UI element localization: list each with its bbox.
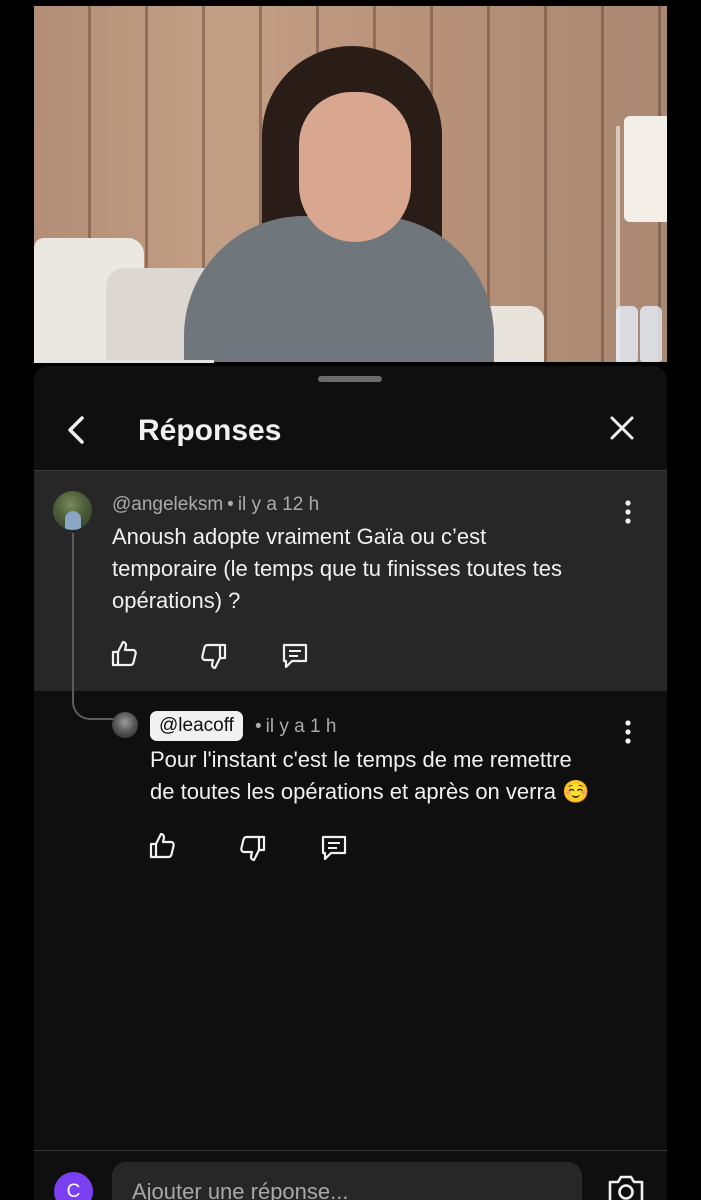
chevron-left-icon[interactable] bbox=[60, 412, 96, 448]
reply-text: Pour l'instant c'est le temps de me reme… bbox=[150, 747, 590, 804]
reply-input[interactable] bbox=[112, 1162, 582, 1200]
lamp-shade bbox=[624, 116, 667, 222]
person-face bbox=[299, 92, 411, 242]
sheet-header: Réponses bbox=[34, 388, 667, 471]
user-avatar: C bbox=[54, 1172, 93, 1200]
divider bbox=[34, 1150, 667, 1151]
drag-handle[interactable] bbox=[318, 376, 382, 382]
comment-author[interactable]: @angeleksm bbox=[112, 494, 223, 515]
video-progress-bar[interactable] bbox=[34, 360, 214, 363]
parent-comment: @angeleksm • il y a 12 h Anoush adopte vra… bbox=[34, 471, 667, 691]
reply-author-chip[interactable]: @leacoff bbox=[150, 711, 243, 741]
comment-meta: @angeleksm • il y a 12 h bbox=[112, 494, 320, 515]
comment-text: Anoush adopte vraiment Gaïa ou c’est tem… bbox=[112, 524, 562, 613]
thumb-down-icon[interactable] bbox=[199, 641, 229, 671]
reply-time: il y a 1 h bbox=[265, 716, 337, 737]
camera-icon[interactable] bbox=[606, 1172, 646, 1200]
video-player[interactable] bbox=[34, 6, 667, 362]
bottle bbox=[640, 306, 662, 362]
bottle bbox=[616, 306, 638, 362]
avatar[interactable] bbox=[53, 491, 92, 530]
close-icon[interactable] bbox=[606, 412, 638, 444]
reply-meta: • il y a 1 h bbox=[255, 716, 337, 737]
sheet-title: Réponses bbox=[138, 414, 282, 447]
comment-icon[interactable] bbox=[280, 641, 310, 671]
thumb-down-icon[interactable] bbox=[238, 833, 268, 863]
comment-icon[interactable] bbox=[319, 833, 349, 863]
comment-time: il y a 12 h bbox=[237, 494, 320, 515]
thumb-up-icon[interactable] bbox=[147, 831, 177, 861]
avatar[interactable] bbox=[112, 712, 138, 738]
more-vertical-icon[interactable] bbox=[618, 718, 638, 746]
replies-sheet: Réponses @angeleksm • il y a 12 h Anoush a… bbox=[34, 366, 667, 1200]
thread-connector bbox=[72, 533, 114, 720]
